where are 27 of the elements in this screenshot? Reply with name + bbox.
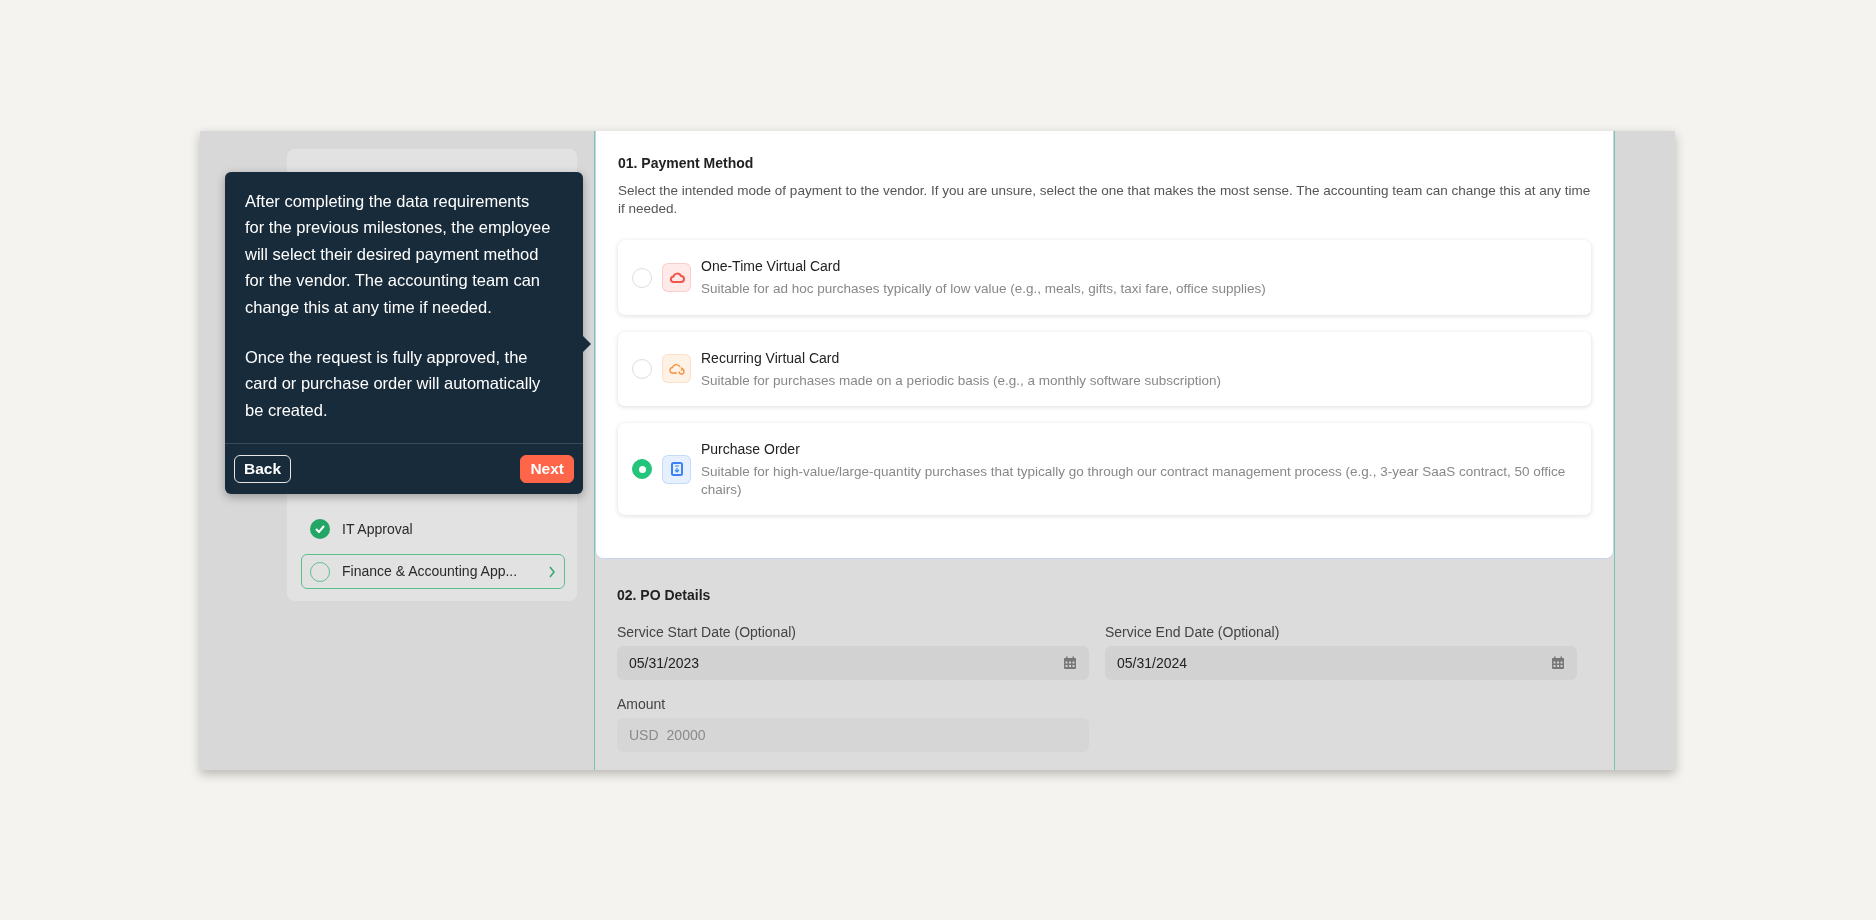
option-title: Purchase Order bbox=[701, 439, 801, 459]
payment-option-card[interactable]: Recurring Virtual Card Suitable for purchases made on a periodic basis (e.g., a monthly software subscription) bbox=[618, 331, 1591, 406]
back-button[interactable]: Back bbox=[234, 455, 292, 484]
payment-option-card[interactable]: Purchase Order Suitable for high-value/large-quantity purchases that typically go through our contract management process (e.g., 3-year SaaS contract, 50 office chairs) bbox=[618, 422, 1591, 516]
section-description: Select the intended mode of payment to the vendor. If you are unsure, select the one that makes the most sense. The accounting team can change this at any time if needed. bbox=[618, 182, 1591, 219]
date-field[interactable]: 05/31/2023 bbox=[617, 646, 1089, 680]
option-description: Suitable for high-value/large-quantity purchases that typically go through our contract management process (e.g., 3-year SaaS contract, 50 office chairs) bbox=[701, 462, 1567, 500]
option-title: Recurring Virtual Card bbox=[701, 348, 841, 368]
radio-button[interactable] bbox=[632, 459, 652, 480]
calendar-icon bbox=[1551, 656, 1565, 670]
tooltip-text: Once the request is fully approved, the card or purchase order will automatically be created. bbox=[245, 346, 542, 421]
option-title: One-Time Virtual Card bbox=[701, 257, 842, 277]
calendar-icon bbox=[1063, 656, 1077, 670]
option-description: Suitable for ad hoc purchases typically of low value (e.g., meals, gifts, taxi fare, office supplies) bbox=[701, 280, 1266, 299]
field-label: Service Start Date (Optional) bbox=[617, 623, 797, 642]
amount-field: USD 20000 bbox=[617, 718, 1089, 752]
checklist-item[interactable]: IT Approval bbox=[301, 514, 565, 544]
section-title: 01. Payment Method bbox=[618, 154, 755, 173]
field-label: Service End Date (Optional) bbox=[1105, 623, 1281, 642]
section-title: 02. PO Details bbox=[617, 586, 712, 605]
field-label: Amount bbox=[617, 695, 667, 714]
checklist-item[interactable]: Finance & Accounting App... bbox=[301, 554, 565, 589]
date-field[interactable]: 05/31/2024 bbox=[1105, 646, 1577, 680]
tooltip-text: After completing the data requirements for the previous milestones, the employee will select their desired payment method for the vendor. The accounting team can change this at any time if needed. bbox=[245, 191, 552, 318]
payment-option-card[interactable]: One-Time Virtual Card Suitable for ad hoc purchases typically of low value (e.g., meals, gifts, taxi fare, office supplies) bbox=[618, 240, 1591, 315]
chevron-right-icon bbox=[548, 565, 556, 578]
option-description: Suitable for purchases made on a periodic basis (e.g., a monthly software subscription) bbox=[701, 371, 1221, 390]
